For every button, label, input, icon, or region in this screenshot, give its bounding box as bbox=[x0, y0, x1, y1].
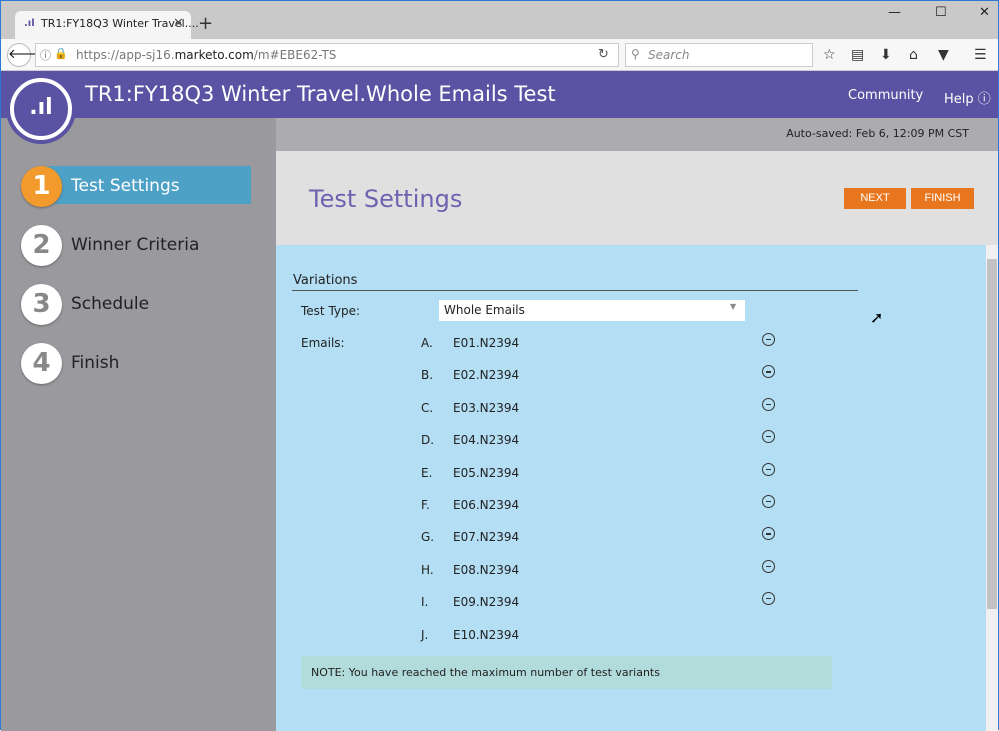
variant-letter: D. bbox=[421, 433, 435, 448]
variant-email-name[interactable]: E01.N2394 bbox=[453, 336, 519, 350]
community-link[interactable]: Community bbox=[848, 88, 923, 103]
home-icon[interactable]: ⌂ bbox=[909, 47, 918, 63]
test-type-label: Test Type: bbox=[301, 304, 361, 318]
email-variant-row: H. E08.N2394 bbox=[421, 559, 781, 583]
new-tab-icon[interactable]: + bbox=[198, 13, 213, 34]
autosave-status: Auto-saved: Feb 6, 12:09 PM CST bbox=[276, 118, 998, 151]
step-label: Winner Criteria bbox=[71, 235, 200, 255]
help-icon: ⓘ bbox=[977, 92, 991, 107]
remove-variant-icon[interactable] bbox=[762, 527, 775, 541]
email-variant-row: A. E01.N2394 bbox=[421, 333, 781, 356]
variant-letter: C. bbox=[421, 400, 434, 415]
step-winner-criteria[interactable]: 2 Winner Criteria bbox=[21, 225, 261, 266]
wizard-steps-sidebar: 1 Test Settings 2 Winner Criteria 3 Sche… bbox=[1, 118, 276, 731]
maximize-icon[interactable]: ☐ bbox=[935, 5, 947, 20]
remove-variant-icon[interactable] bbox=[762, 559, 775, 573]
minimize-icon[interactable]: — bbox=[888, 5, 901, 20]
variations-heading: Variations bbox=[293, 273, 358, 288]
browser-nav-bar: 🡐 ⓘ 🔒 https://app-sj16.marketo.com/m#EBE… bbox=[1, 39, 998, 71]
variant-email-name[interactable]: E07.N2394 bbox=[453, 530, 519, 544]
variant-email-name[interactable]: E04.N2394 bbox=[453, 433, 519, 447]
variant-email-name[interactable]: E10.N2394 bbox=[453, 628, 519, 642]
browser-tab-bar: .ıl TR1:FY18Q3 Winter Travel.... ✕ + — ☐… bbox=[1, 1, 998, 39]
next-button[interactable]: NEXT bbox=[844, 188, 906, 209]
remove-variant-icon[interactable] bbox=[762, 495, 775, 508]
variant-letter: H. bbox=[421, 562, 434, 577]
close-tab-icon[interactable]: ✕ bbox=[173, 16, 184, 31]
variant-email-name[interactable]: E02.N2394 bbox=[453, 368, 519, 382]
search-placeholder: Search bbox=[648, 48, 690, 62]
url-prefix: https://app-sj16. bbox=[76, 48, 175, 62]
remove-variant-icon[interactable] bbox=[762, 430, 775, 444]
variant-email-name[interactable]: E06.N2394 bbox=[453, 498, 519, 512]
marketo-favicon-icon: .ıl bbox=[24, 18, 35, 29]
step-label: Finish bbox=[71, 353, 120, 373]
step-number: 1 bbox=[21, 166, 62, 207]
program-title: TR1:FY18Q3 Winter Travel.Whole Emails Te… bbox=[85, 82, 556, 106]
step-number: 3 bbox=[21, 284, 62, 325]
email-variant-row: F. E06.N2394 bbox=[421, 495, 781, 518]
step-label: Test Settings bbox=[71, 176, 180, 196]
email-variant-row: C. E03.N2394 bbox=[421, 397, 781, 421]
email-variant-row: D. E04.N2394 bbox=[421, 430, 781, 453]
test-type-value: Whole Emails bbox=[444, 303, 525, 317]
reload-icon[interactable]: ↻ bbox=[598, 47, 609, 62]
variant-letter: B. bbox=[421, 368, 434, 383]
email-variant-row: J. E10.N2394 bbox=[421, 628, 781, 648]
info-icon[interactable]: ⓘ bbox=[40, 47, 51, 63]
search-icon: ⚲ bbox=[631, 47, 640, 61]
close-window-icon[interactable]: ✕ bbox=[979, 5, 990, 20]
email-variant-row: I. E09.N2394 bbox=[421, 592, 781, 615]
page-title: Test Settings bbox=[309, 185, 463, 213]
step-number: 4 bbox=[21, 343, 62, 384]
scrollbar-thumb[interactable] bbox=[987, 259, 997, 609]
variant-letter: A. bbox=[421, 336, 433, 350]
variant-letter: E. bbox=[421, 465, 433, 480]
download-icon[interactable]: ⬇ bbox=[880, 47, 892, 63]
step-schedule[interactable]: 3 Schedule bbox=[21, 284, 261, 325]
test-type-select[interactable]: Whole Emails ▼ bbox=[439, 300, 745, 321]
step-finish[interactable]: 4 Finish bbox=[21, 343, 261, 384]
back-icon[interactable]: 🡐 bbox=[7, 43, 43, 67]
email-variant-row: G. E07.N2394 bbox=[421, 527, 781, 550]
help-link[interactable]: Help ⓘ bbox=[944, 88, 991, 107]
step-label: Schedule bbox=[71, 294, 150, 314]
menu-icon[interactable]: ☰ bbox=[974, 47, 987, 63]
lock-icon: 🔒 bbox=[54, 47, 68, 60]
browser-tab[interactable]: .ıl TR1:FY18Q3 Winter Travel.... ✕ bbox=[15, 11, 199, 39]
url-suffix: /m#EBE62-TS bbox=[253, 48, 337, 62]
url-bar[interactable]: ⓘ 🔒 https://app-sj16.marketo.com/m#EBE62… bbox=[35, 43, 619, 67]
step-number: 2 bbox=[21, 225, 62, 266]
remove-variant-icon[interactable] bbox=[762, 365, 775, 379]
remove-variant-icon[interactable] bbox=[762, 592, 775, 606]
search-input[interactable]: ⚲ Search bbox=[625, 43, 813, 67]
variant-letter: I. bbox=[421, 595, 429, 610]
marketo-logo-icon[interactable]: .ıl bbox=[10, 78, 72, 140]
help-label: Help bbox=[944, 92, 974, 107]
variant-letter: J. bbox=[421, 627, 429, 642]
pocket-icon[interactable]: ▼ bbox=[938, 47, 949, 63]
remove-variant-icon[interactable] bbox=[762, 333, 775, 346]
variant-email-name[interactable]: E09.N2394 bbox=[453, 595, 519, 609]
remove-variant-icon[interactable] bbox=[762, 397, 775, 411]
email-variant-row: B. E02.N2394 bbox=[421, 365, 781, 388]
step-test-settings[interactable]: 1 Test Settings bbox=[21, 166, 261, 207]
remove-variant-icon[interactable] bbox=[762, 462, 775, 476]
divider bbox=[292, 290, 858, 291]
url-domain: marketo.com bbox=[174, 48, 254, 62]
email-variant-row: E. E05.N2394 bbox=[421, 462, 781, 486]
variant-email-name[interactable]: E05.N2394 bbox=[453, 466, 519, 480]
max-variants-note: NOTE: You have reached the maximum numbe… bbox=[301, 656, 832, 689]
emails-label: Emails: bbox=[301, 336, 345, 350]
variant-letter: G. bbox=[421, 530, 435, 545]
chevron-down-icon: ▼ bbox=[730, 302, 737, 311]
star-icon[interactable]: ☆ bbox=[823, 47, 836, 63]
finish-button[interactable]: FINISH bbox=[911, 188, 974, 209]
variant-email-name[interactable]: E03.N2394 bbox=[453, 401, 519, 415]
mouse-cursor-icon: ➚ bbox=[870, 308, 884, 327]
clipboard-icon[interactable]: ▤ bbox=[851, 47, 864, 63]
variant-email-name[interactable]: E08.N2394 bbox=[453, 563, 519, 577]
variant-letter: F. bbox=[421, 498, 430, 512]
